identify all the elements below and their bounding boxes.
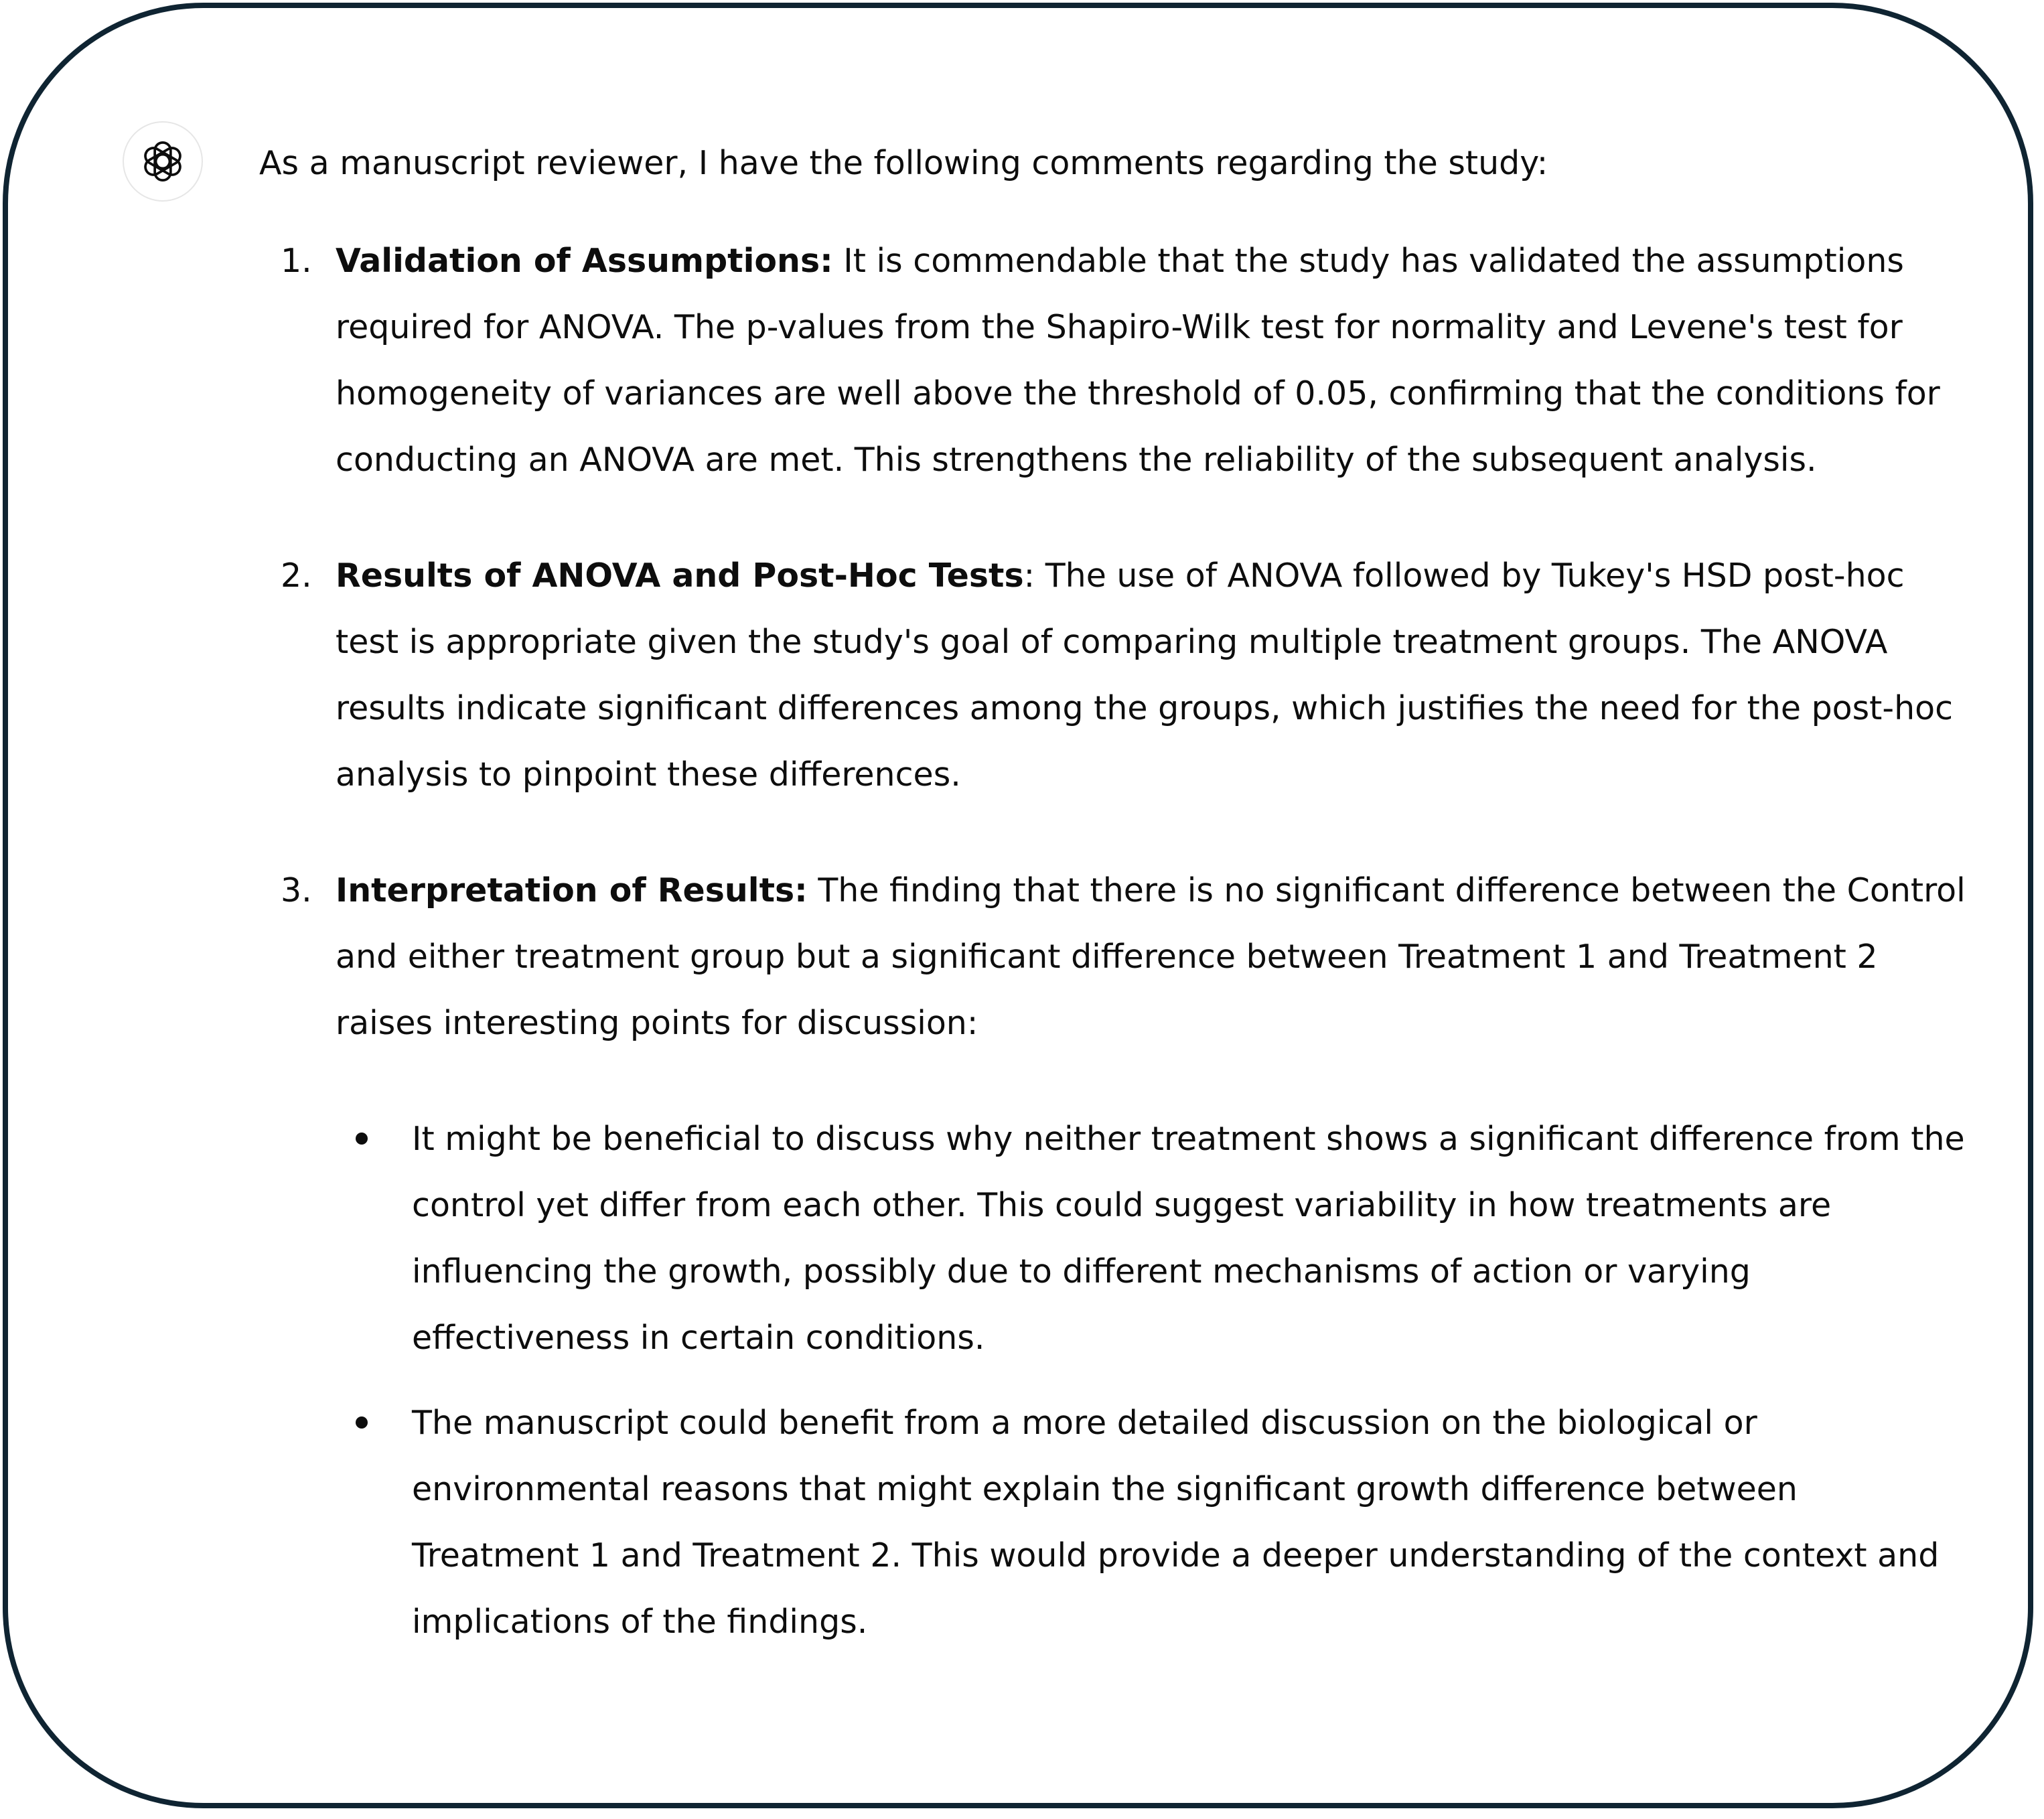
bullet-item: It might be beneficial to discuss why ne… [336, 1106, 1974, 1371]
openai-logo-icon [144, 141, 181, 181]
list-number: 3. [281, 871, 312, 909]
bullet-dot [356, 1133, 368, 1145]
assistant-avatar [123, 121, 203, 202]
list-number: 1. [281, 242, 312, 280]
point-title: Validation of Assumptions: [336, 242, 833, 280]
bullet-item: The manuscript could benefit from a more… [336, 1390, 1974, 1655]
message-intro: As a manuscript reviewer, I have the fol… [259, 144, 1548, 182]
review-point: 2. Results of ANOVA and Post-Hoc Tests: … [259, 542, 1974, 808]
discussion-bullets: It might be beneficial to discuss why ne… [336, 1106, 1974, 1655]
point-title: Results of ANOVA and Post-Hoc Tests [336, 557, 1024, 595]
review-point: 1. Validation of Assumptions: It is comm… [259, 228, 1974, 493]
review-points-list: 1. Validation of Assumptions: It is comm… [259, 228, 1974, 1655]
bullet-dot [356, 1416, 368, 1429]
list-number: 2. [281, 557, 312, 595]
bullet-text: It might be beneficial to discuss why ne… [412, 1120, 1965, 1357]
assistant-message: As a manuscript reviewer, I have the fol… [259, 139, 1974, 1655]
point-title: Interpretation of Results: [336, 871, 808, 909]
bullet-text: The manuscript could benefit from a more… [412, 1404, 1940, 1641]
review-point: 3. Interpretation of Results: The findin… [259, 857, 1974, 1655]
chat-frame: As a manuscript reviewer, I have the fol… [3, 3, 2033, 1808]
